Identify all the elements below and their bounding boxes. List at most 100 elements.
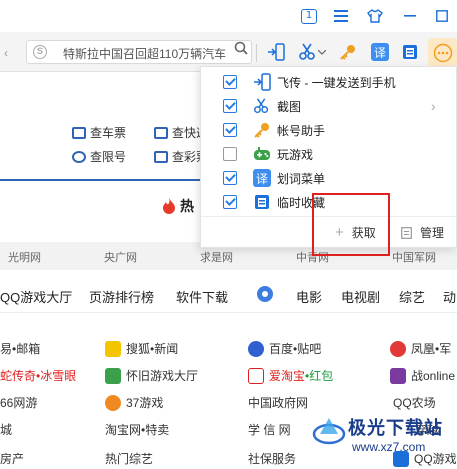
quick-link-plate[interactable]: 查限号 — [72, 148, 126, 165]
express-icon — [154, 126, 168, 139]
game-icon — [390, 367, 406, 384]
site-link[interactable]: 热门综艺 — [105, 450, 153, 467]
site-link[interactable]: 易•邮箱 — [0, 340, 40, 357]
site-link-label: QQ农场 — [393, 396, 436, 410]
site-link[interactable]: 淘宝网•特卖 — [105, 421, 169, 438]
nav-link[interactable]: 电视剧 — [341, 287, 380, 306]
more-tools-button[interactable] — [428, 38, 457, 67]
bookmark-icon — [253, 193, 271, 211]
site-link[interactable]: 社保服务 — [248, 450, 296, 467]
site-link-label: 学 信 网 — [248, 423, 291, 437]
site-link[interactable]: 战online — [390, 367, 455, 384]
toolbar-divider — [256, 44, 257, 62]
manage-button[interactable]: 管理 — [401, 224, 444, 241]
lottery-icon — [154, 150, 168, 163]
menu-checkbox[interactable] — [223, 123, 237, 137]
site-link-label: •红包 — [305, 369, 334, 383]
menu-item-label: 截图 — [277, 99, 302, 114]
site-link-label: 搜狐•新闻 — [126, 342, 179, 356]
nav-divider — [0, 312, 457, 313]
site-link-label: QQ游戏 — [414, 452, 457, 466]
site-link-label: 战online — [411, 369, 456, 383]
address-text: 特斯拉中国召回超110万辆汽车 — [63, 47, 227, 61]
menu-checkbox[interactable] — [223, 75, 237, 89]
site-link[interactable]: QQ游戏 — [393, 450, 457, 467]
app-icon[interactable] — [256, 285, 274, 303]
menu-icon[interactable] — [331, 6, 351, 26]
address-bar[interactable]: S 特斯拉中国召回超110万辆汽车 — [26, 40, 252, 64]
menu-checkbox[interactable] — [223, 195, 237, 209]
menu-item-screenshot[interactable]: 截图 — [223, 96, 301, 116]
title-bar: 1 — [0, 0, 457, 32]
menu-item-label: 飞传 - 一键发送到手机 — [277, 75, 396, 90]
site-link[interactable]: 66网游 — [0, 394, 37, 411]
svg-text:译: 译 — [374, 46, 386, 60]
menu-item-account-helper[interactable]: 帐号助手 — [223, 120, 325, 140]
translate-icon: 译 — [253, 169, 271, 187]
tab-count-button[interactable]: 1 — [299, 6, 319, 26]
site-link-label: 怀旧游戏大厅 — [126, 369, 199, 383]
hot-label: 热 — [180, 198, 194, 214]
nav-link[interactable]: 电影 — [296, 287, 322, 306]
site-link[interactable]: 怀旧游戏大厅 — [105, 367, 198, 384]
menu-item-label: 帐号助手 — [277, 123, 326, 138]
scissors-dropdown-icon[interactable] — [316, 41, 328, 63]
nav-link[interactable]: 页游排行榜 — [89, 287, 154, 306]
site-link[interactable]: 房产 — [0, 450, 24, 467]
site-link-label: 房产 — [0, 452, 25, 466]
send-to-phone-icon[interactable] — [265, 41, 287, 63]
site-link[interactable]: 学 信 网 — [248, 421, 291, 438]
nav-link[interactable]: 软件下载 — [176, 287, 228, 306]
bookmark-icon[interactable] — [399, 41, 421, 63]
site-link[interactable]: 搜狐•新闻 — [105, 340, 178, 357]
news-site-item[interactable]: 求是网 — [200, 249, 233, 265]
site-link[interactable]: 中国政府网 — [248, 394, 308, 411]
site-link[interactable]: 穿越 — [415, 421, 439, 438]
search-icon[interactable] — [234, 41, 248, 55]
site-link-label: 百度•贴吧 — [269, 342, 322, 356]
site-link[interactable]: 凤凰•军 — [390, 340, 451, 357]
skin-icon[interactable] — [365, 6, 385, 26]
nav-link[interactable]: 综艺 — [399, 287, 425, 306]
menu-item-temp-favorites[interactable]: 临时收藏 — [223, 192, 325, 212]
chevron-right-icon[interactable]: › — [431, 98, 436, 114]
key-icon — [253, 121, 271, 139]
site-link-label: 淘宝网•特卖 — [105, 423, 170, 437]
nav-link[interactable]: 动 — [443, 287, 456, 306]
site-link[interactable]: 百度•贴吧 — [248, 340, 321, 357]
minimize-icon[interactable] — [400, 6, 420, 26]
site-link[interactable]: 蛇传奇•冰雪眼 — [0, 367, 76, 384]
menu-checkbox[interactable] — [223, 99, 237, 113]
chevron-left-icon[interactable]: ‹ — [4, 46, 14, 60]
site-link-label: 37游戏 — [126, 396, 164, 410]
site-link[interactable]: 城 — [0, 421, 12, 438]
watermark-logo-icon — [312, 418, 346, 445]
gamepad-icon — [253, 145, 271, 163]
quick-link-label: 查车票 — [90, 126, 127, 140]
menu-checkbox[interactable] — [223, 147, 237, 161]
site-link-label: 热门综艺 — [105, 452, 154, 466]
quick-link-label: 查限号 — [90, 150, 127, 164]
menu-checkbox[interactable] — [223, 171, 237, 185]
qq-game-icon — [393, 450, 409, 467]
plate-icon — [72, 150, 86, 163]
news-site-item[interactable]: 光明网 — [8, 249, 41, 265]
site-link[interactable]: 37游戏 — [105, 394, 163, 411]
site-link[interactable]: QQ农场 — [393, 394, 436, 411]
hot-section[interactable]: 热 — [162, 196, 194, 216]
key-icon[interactable] — [337, 41, 359, 63]
news-site-item[interactable]: 央广网 — [104, 249, 137, 265]
menu-item-play-games[interactable]: 玩游戏 — [223, 144, 313, 164]
menu-item-label: 玩游戏 — [277, 147, 314, 162]
nav-link[interactable]: QQ游戏大厅 — [0, 287, 72, 306]
news-site-item[interactable]: 中国军网 — [392, 249, 436, 265]
menu-item-word-menu[interactable]: 译 划词菜单 — [223, 168, 325, 188]
site-link[interactable]: 爱淘宝 •红包 — [248, 367, 333, 384]
menu-item-send-to-phone[interactable]: 飞传 - 一键发送到手机 — [223, 72, 396, 92]
translate-icon[interactable]: 译 — [369, 41, 391, 63]
train-icon — [72, 126, 86, 139]
site-link-label: 蛇传奇•冰雪眼 — [0, 369, 77, 383]
site-link-label: 凤凰•军 — [411, 342, 452, 356]
maximize-icon[interactable] — [432, 6, 452, 26]
quick-link-train[interactable]: 查车票 — [72, 124, 126, 141]
